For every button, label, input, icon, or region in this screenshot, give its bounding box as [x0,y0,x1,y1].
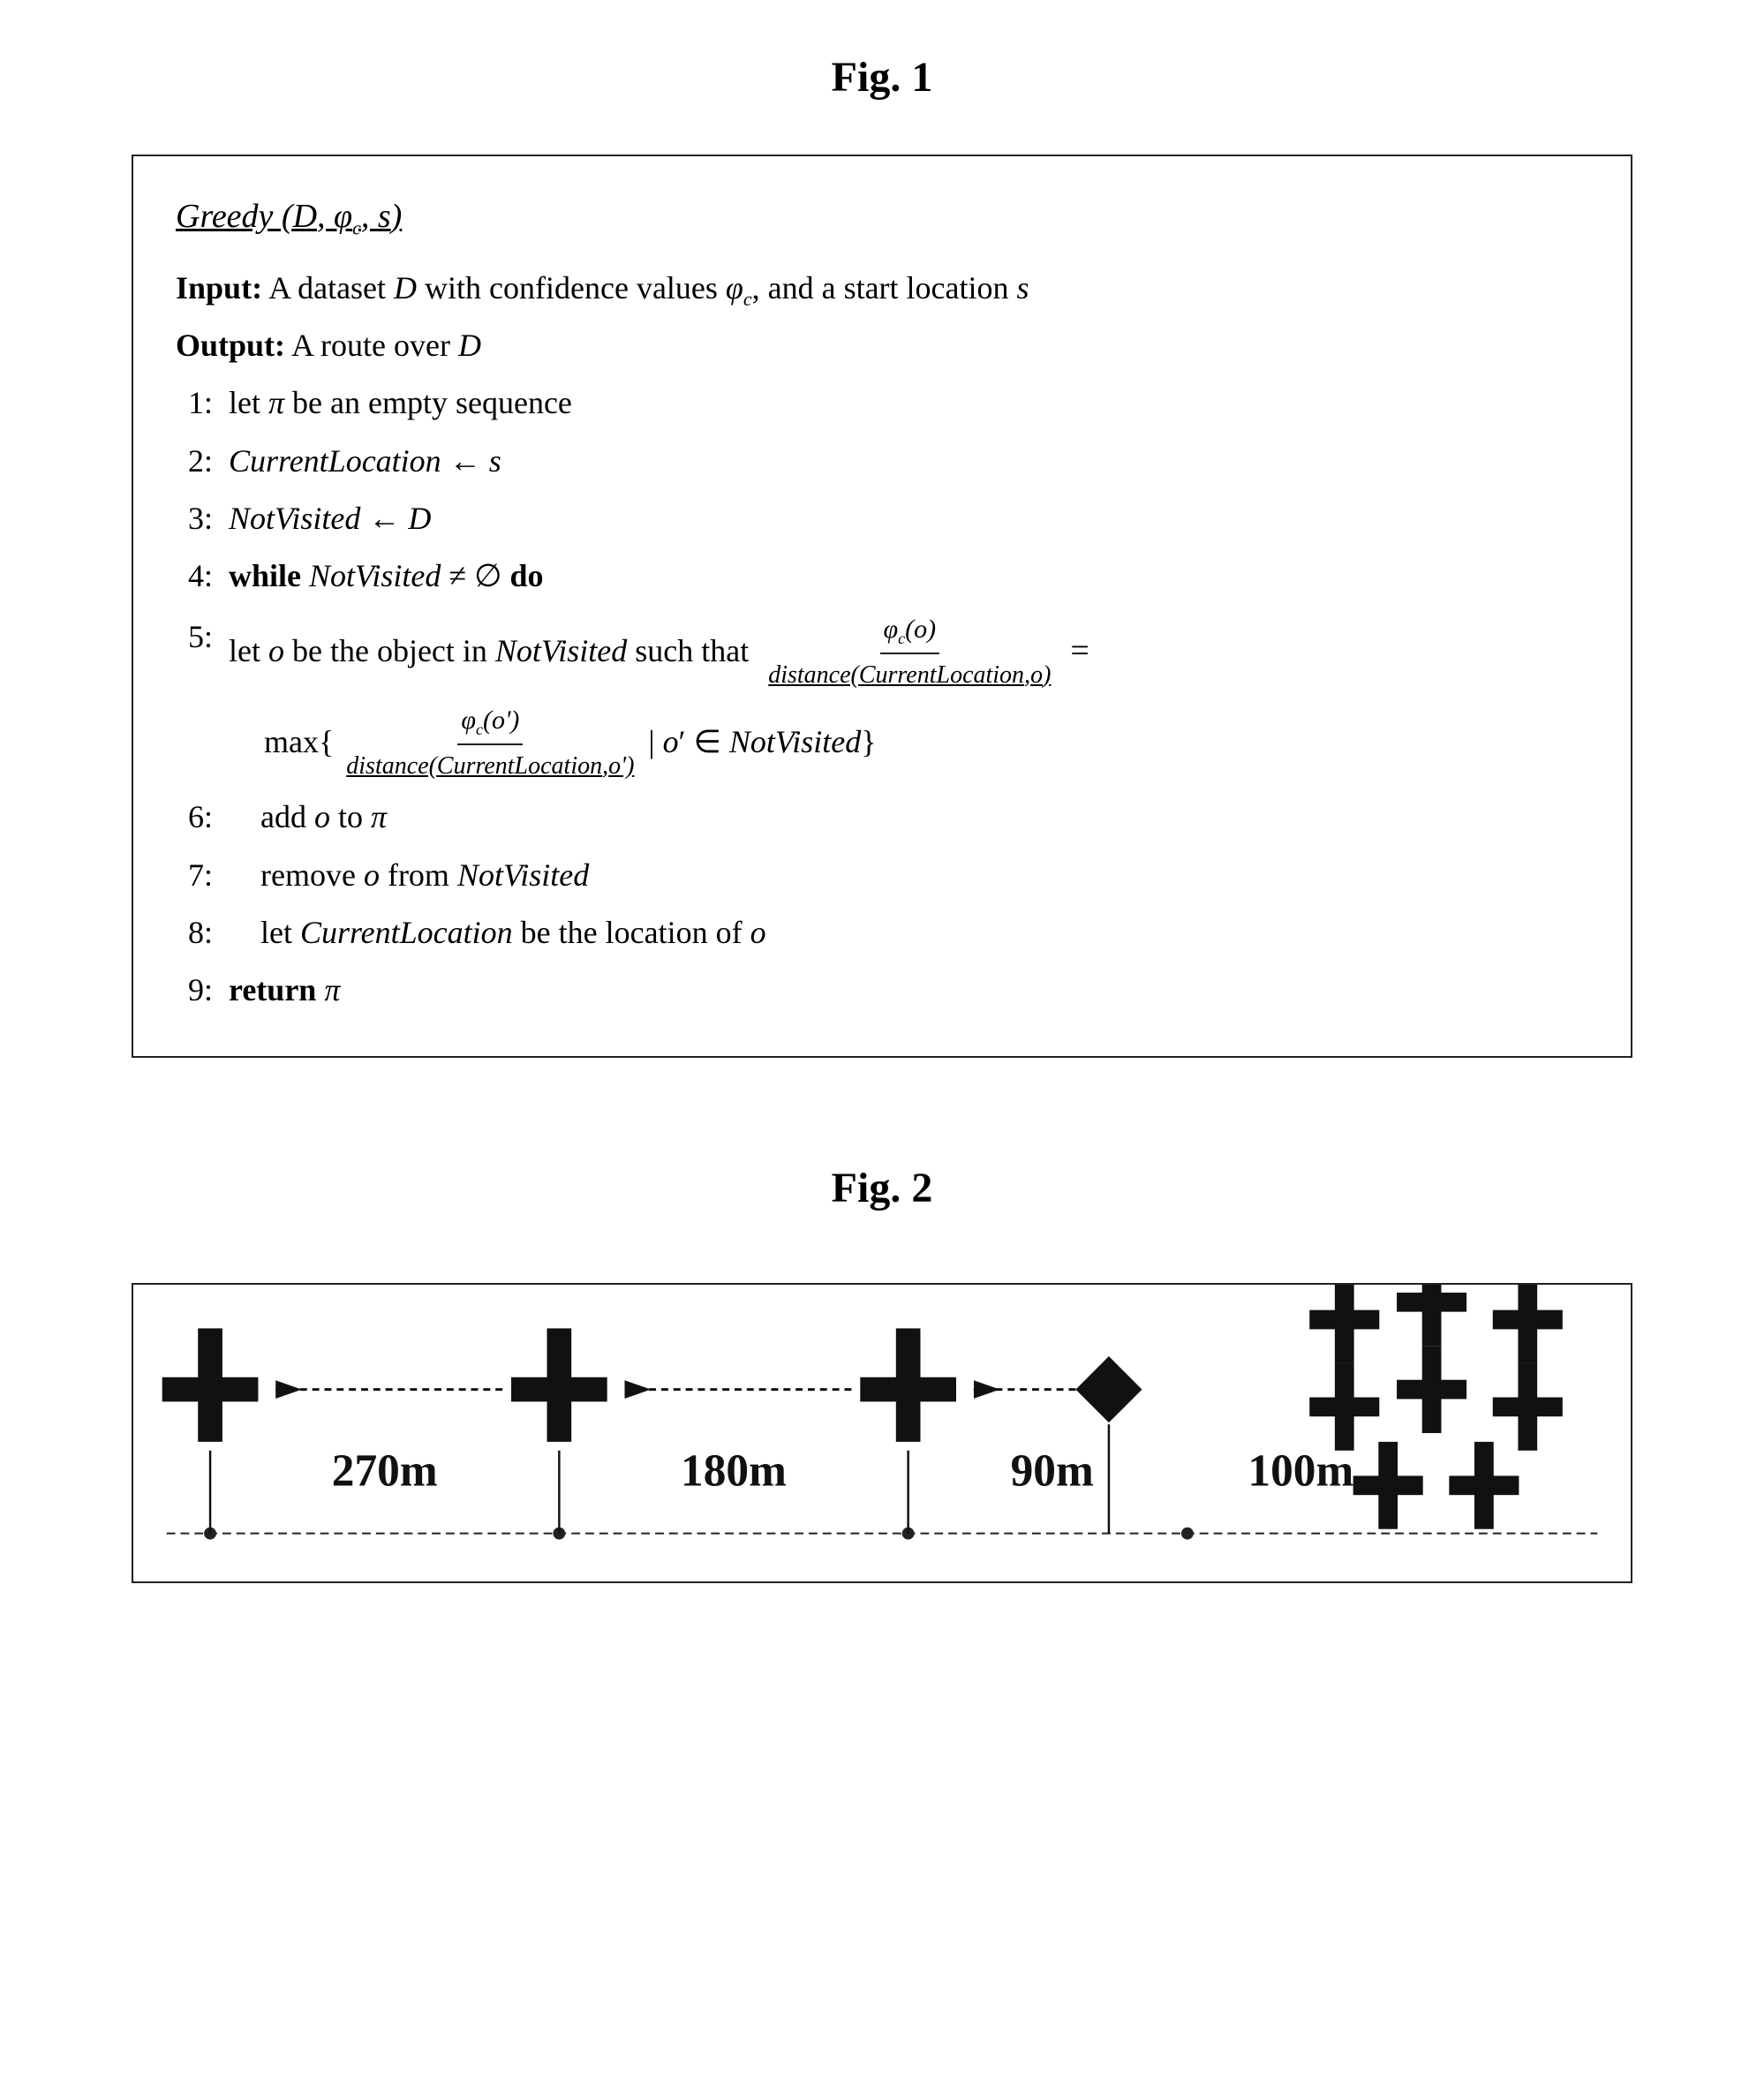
dist-270m: 270m [332,1446,438,1497]
fig2-title: Fig. 2 [106,1164,1658,1212]
algo-line-8: 8: let CurrentLocation be the location o… [176,906,1588,960]
algo-line-4: 4: while NotVisited ≠ ∅ do [176,549,1588,603]
algo-line-1: 1: let π be an empty sequence [176,376,1588,430]
dist-90m: 90m [1011,1446,1094,1497]
dist-180m: 180m [681,1446,787,1497]
diagram-box: 270m 180m 90m 100m [132,1283,1632,1583]
diagram-svg: 270m 180m 90m 100m [133,1285,1631,1581]
algo-line-6: 6: add o to π [176,790,1588,844]
cross-1 [162,1329,259,1442]
algo-line-5: 5: let o be the object in NotVisited suc… [176,607,1588,787]
cross-2 [511,1329,607,1442]
algo-output: Output: A route over D [176,319,1588,373]
algo-line-9: 9: return π [176,963,1588,1017]
diamond [1075,1356,1142,1422]
algo-input: Input: A dataset D with confidence value… [176,261,1588,316]
algo-line-3: 3: NotVisited ← D [176,492,1588,546]
algorithm-box: Greedy (D, φc, s) Input: A dataset D wit… [132,155,1632,1058]
cross-3 [860,1329,956,1442]
algo-line-2: 2: CurrentLocation ← s [176,434,1588,488]
dist-100m: 100m [1248,1446,1353,1497]
algo-line-7: 7: remove o from NotVisited [176,849,1588,902]
algo-signature: Greedy (D, φc, s) [176,188,1588,245]
fig1-title: Fig. 1 [106,53,1658,102]
